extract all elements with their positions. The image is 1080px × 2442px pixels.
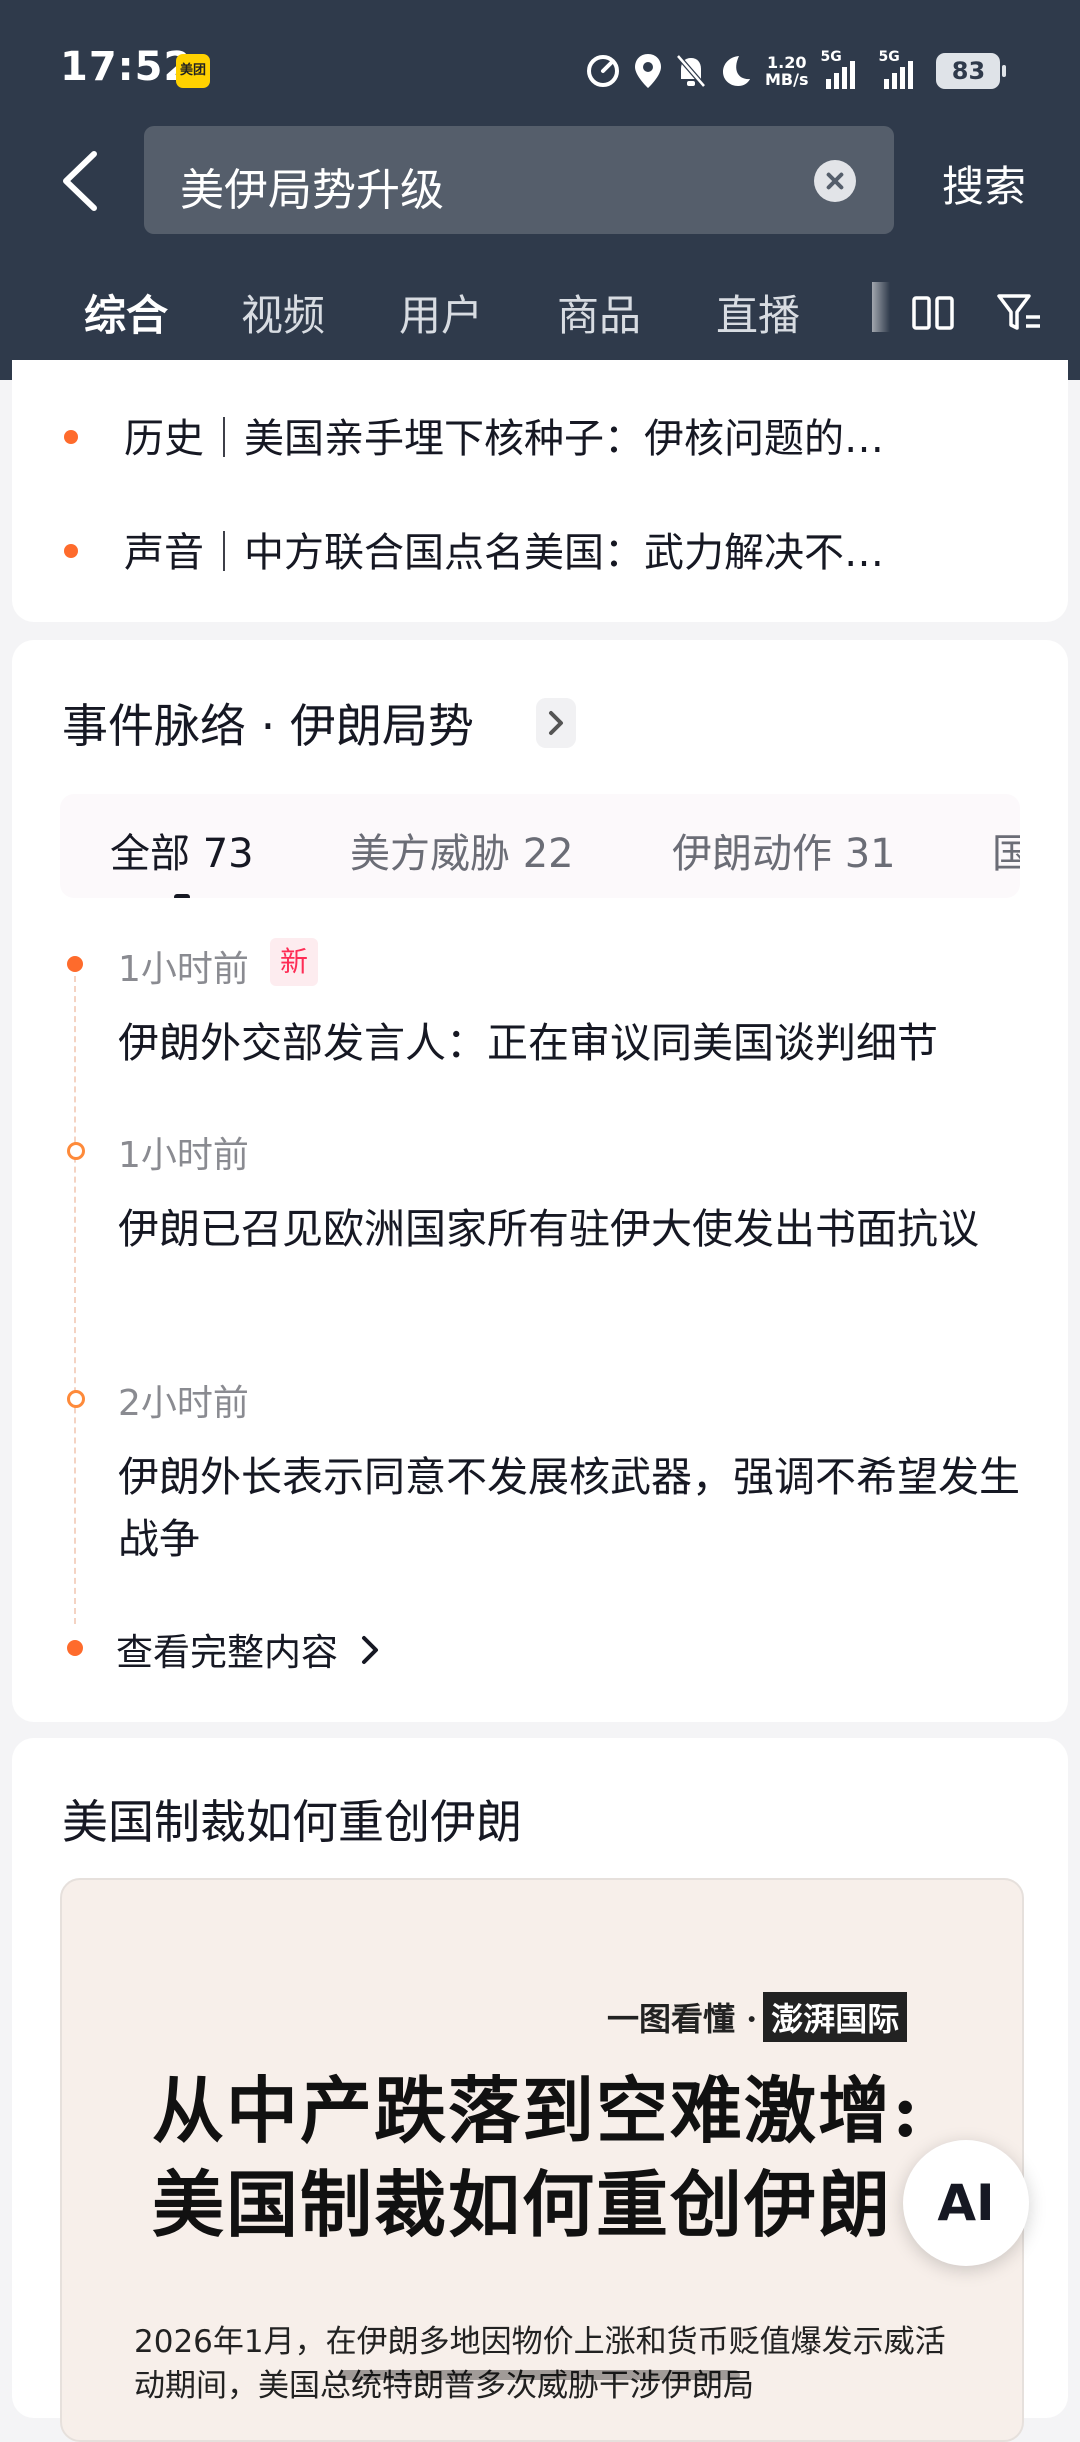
do-not-disturb-moon-icon <box>723 56 750 86</box>
timeline-dot <box>67 1390 85 1408</box>
filter-chip-iran-action[interactable]: 伊朗动作 31 <box>672 821 896 879</box>
active-filter-indicator <box>174 894 190 898</box>
clear-icon[interactable] <box>814 160 856 202</box>
signal-strength-icon: 5G <box>878 49 924 89</box>
search-button[interactable]: 搜索 <box>942 153 1026 214</box>
timeline-event[interactable]: 伊朗已召见欧洲国家所有驻伊大使发出书面抗议 <box>118 1198 1023 1260</box>
status-bar: 17:52 美团 1.20 MB/s 5G 5G 83 <box>0 0 1080 120</box>
brand-logo: 一图看懂 · 澎湃国际 <box>607 1992 908 2042</box>
event-time: 1小时前 <box>118 949 249 990</box>
back-arrow-icon[interactable] <box>56 150 106 212</box>
timeline-line <box>74 966 76 1624</box>
view-full-content-link[interactable]: 查看完整内容 <box>116 1622 338 1676</box>
net-speed: 1.20 MB/s <box>765 53 809 89</box>
status-icons: 1.20 MB/s 5G 5G 83 <box>585 48 1007 94</box>
tab-video[interactable]: 视频 <box>241 282 325 343</box>
home-indicator[interactable] <box>340 2370 740 2380</box>
layout-toggle-icon[interactable] <box>912 296 954 332</box>
tab-all[interactable]: 综合 <box>84 282 168 343</box>
timeline-dot <box>67 1142 85 1160</box>
bullet-dot <box>64 544 78 558</box>
ai-assistant-button[interactable]: AI <box>903 2140 1029 2266</box>
bullet-dot <box>64 430 78 444</box>
article-image[interactable]: 一图看懂 · 澎湃国际 从中产跌落到空难激增: 美国制裁如何重创伊朗 2026年1月… <box>60 1878 1024 2442</box>
top-bar: 17:52 美团 1.20 MB/s 5G 5G 83 美伊局势升级 搜索 综合 … <box>0 0 1080 380</box>
battery-icon: 83 <box>936 53 1007 89</box>
article-title[interactable]: 美国制裁如何重创伊朗 <box>62 1786 522 1852</box>
app-notification-icon: 美团 <box>176 54 210 88</box>
tab-overflow-fade <box>872 282 890 332</box>
filter-chip-all[interactable]: 全部 73 <box>110 821 254 879</box>
related-link[interactable]: 历史｜美国亲手埋下核种子：伊核问题的… <box>64 406 1024 464</box>
timeline-title[interactable]: 事件脉络 · 伊朗局势 <box>62 690 474 756</box>
filter-chip-more[interactable]: 国 <box>992 821 1020 879</box>
image-body-text: 2026年1月，在伊朗多地因物价上涨和货币贬值爆发示威活动期间，美国总统特朗普多… <box>134 2324 946 2404</box>
search-query: 美伊局势升级 <box>180 165 444 216</box>
speedometer-icon <box>587 55 619 87</box>
timeline-dot <box>67 1640 83 1656</box>
related-links-card <box>12 360 1068 622</box>
clock: 17:52 <box>60 44 193 90</box>
image-headline: 从中产跌落到空难激增: 美国制裁如何重创伊朗 <box>152 2068 921 2247</box>
timeline-event[interactable]: 伊朗外交部发言人：正在审议同美国谈判细节 <box>118 1012 1023 1074</box>
chevron-right-icon[interactable] <box>360 1634 380 1666</box>
event-time: 2小时前 <box>118 1383 249 1424</box>
location-icon <box>635 54 661 88</box>
timeline-filter-bar: 全部 73 美方威胁 22 伊朗动作 31 国 <box>60 794 1020 898</box>
timeline-dot <box>67 956 83 972</box>
chevron-right-icon[interactable] <box>536 698 576 748</box>
related-link[interactable]: 声音｜中方联合国点名美国：武力解决不… <box>64 520 1024 578</box>
tab-products[interactable]: 商品 <box>557 282 641 343</box>
filter-chip-us-threat[interactable]: 美方威胁 22 <box>350 821 574 879</box>
timeline-event[interactable]: 伊朗外长表示同意不发展核武器，强调不希望发生战争 <box>118 1446 1023 1570</box>
mute-bell-icon <box>676 54 706 88</box>
search-input[interactable]: 美伊局势升级 <box>144 126 894 234</box>
tab-users[interactable]: 用户 <box>399 282 483 343</box>
signal-strength-icon: 5G <box>820 49 866 89</box>
tab-live[interactable]: 直播 <box>716 282 800 343</box>
new-badge: 新 <box>270 938 318 986</box>
event-time: 1小时前 <box>118 1135 249 1176</box>
filter-icon[interactable] <box>996 292 1042 334</box>
